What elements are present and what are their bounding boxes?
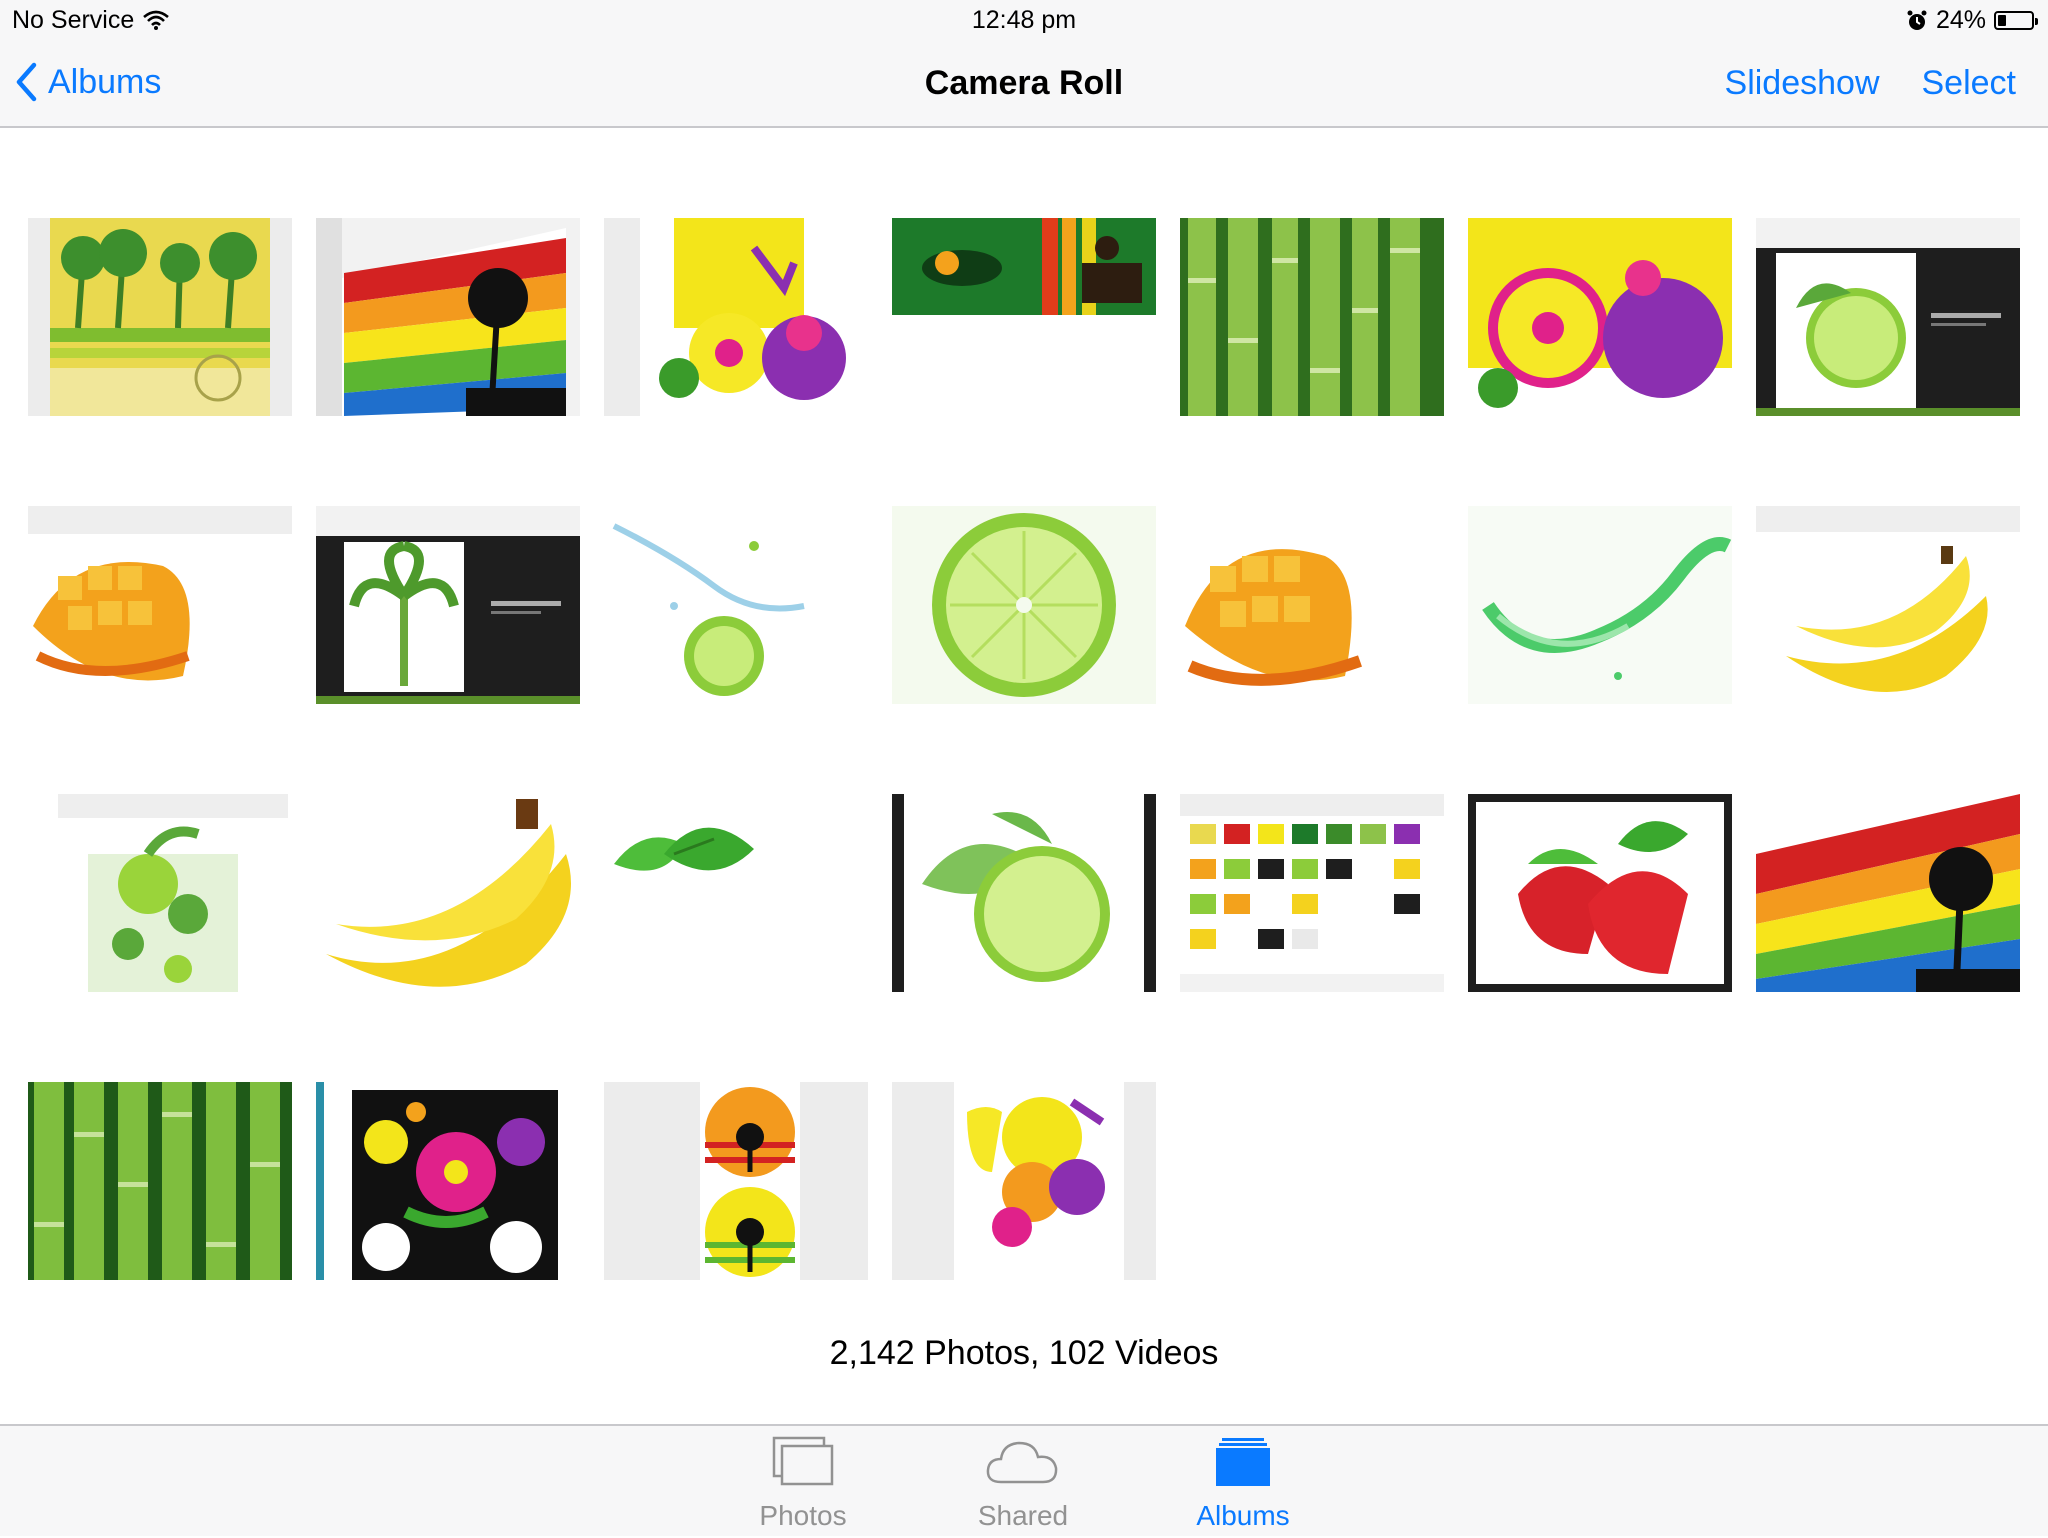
slideshow-button[interactable]: Slideshow [1725,64,1880,103]
top-bar: No Service 12:48 pm 24% Albums Camera Ro… [0,0,2048,128]
photo-thumbnail[interactable] [1468,794,1732,992]
photo-thumbnail[interactable] [1468,506,1732,704]
photo-thumbnail[interactable] [316,218,580,416]
photo-thumbnail[interactable] [604,794,868,992]
alarm-clock-icon [1906,10,1928,32]
battery-icon [1994,11,2038,30]
nav-actions: Slideshow Select [1725,64,2016,103]
photo-thumbnail[interactable] [1756,506,2020,704]
photo-count: 2,142 Photos, 102 Videos [829,1334,1219,1372]
clock: 12:48 pm [971,6,1077,34]
select-button[interactable]: Select [1922,64,2017,103]
photo-thumbnail[interactable] [1180,506,1444,704]
navigation-bar: Albums Camera Roll Slideshow Select [0,40,2048,128]
battery-nub [2035,18,2038,25]
photo-thumbnail[interactable] [892,506,1156,704]
photo-thumbnail[interactable] [316,1082,580,1280]
tab-shared-label: Shared [977,1500,1069,1531]
status-bar: No Service 12:48 pm 24% [0,0,2048,40]
photo-thumbnail[interactable] [316,794,580,992]
tab-bar: Photos Shared Albums [0,1424,2048,1536]
photo-thumbnail[interactable] [1468,218,1732,416]
battery-percent: 24% [1935,6,1986,34]
photo-thumbnail[interactable] [604,218,868,416]
photo-thumbnail[interactable] [604,1082,868,1280]
tab-photos[interactable]: Photos [723,1426,883,1538]
tab-albums[interactable]: Albums [1163,1426,1323,1538]
battery-fill [1998,15,2006,26]
photos-icon [772,1436,834,1493]
photo-thumbnail[interactable] [1180,794,1444,992]
cloud-icon [985,1436,1061,1493]
photo-thumbnail[interactable] [892,1082,1156,1280]
albums-icon [1214,1436,1272,1493]
photo-thumbnail[interactable] [316,506,580,704]
tab-photos-label: Photos [759,1500,847,1531]
tab-shared[interactable]: Shared [943,1426,1103,1538]
photo-thumbnail[interactable] [604,506,868,704]
photo-thumbnail[interactable] [28,506,292,704]
photo-thumbnail[interactable] [1180,218,1444,416]
tab-albums-label: Albums [1196,1500,1290,1531]
photo-thumbnail[interactable] [28,794,292,992]
photo-thumbnail[interactable] [892,218,1156,416]
photo-thumbnail[interactable] [28,218,292,416]
photo-thumbnail[interactable] [1756,218,2020,416]
photo-grid [0,0,2048,1400]
photo-thumbnail[interactable] [1756,794,2020,992]
photo-thumbnail[interactable] [892,794,1156,992]
photo-thumbnail[interactable] [28,1082,292,1280]
